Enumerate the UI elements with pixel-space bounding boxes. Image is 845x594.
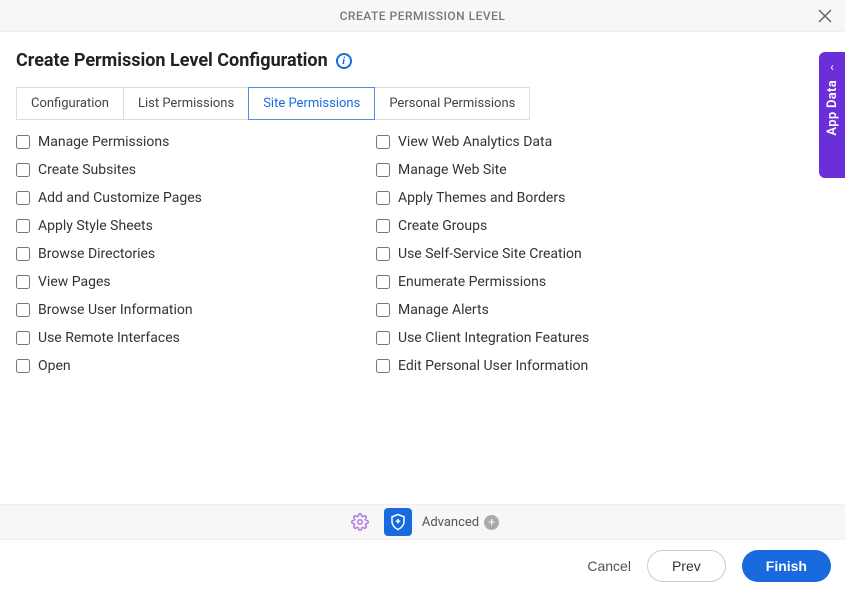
perm-browse-user-info[interactable]: Browse User Information: [16, 302, 336, 318]
perm-self-service-site-creation[interactable]: Use Self-Service Site Creation: [376, 246, 696, 262]
plus-icon: +: [484, 515, 499, 530]
perm-view-pages[interactable]: View Pages: [16, 274, 336, 290]
checkbox[interactable]: [376, 359, 390, 373]
tabs: Configuration List Permissions Site Perm…: [16, 87, 829, 120]
checkbox-label: Apply Style Sheets: [38, 218, 153, 234]
tab-site-permissions[interactable]: Site Permissions: [248, 87, 375, 120]
permissions-grid: Manage Permissions View Web Analytics Da…: [16, 134, 696, 374]
checkbox[interactable]: [376, 303, 390, 317]
gear-icon: [351, 513, 369, 531]
shield-button[interactable]: [384, 508, 412, 536]
perm-create-groups[interactable]: Create Groups: [376, 218, 696, 234]
checkbox-label: Use Remote Interfaces: [38, 330, 180, 346]
button-label: Cancel: [587, 558, 631, 574]
cancel-button[interactable]: Cancel: [587, 558, 631, 574]
checkbox-label: Add and Customize Pages: [38, 190, 202, 206]
settings-button[interactable]: [346, 508, 374, 536]
bottom-actions: Cancel Prev Finish: [587, 550, 831, 582]
checkbox[interactable]: [16, 219, 30, 233]
checkbox-label: Create Groups: [398, 218, 487, 234]
checkbox-label: View Web Analytics Data: [398, 134, 552, 150]
checkbox-label: Manage Alerts: [398, 302, 489, 318]
chevron-left-icon: ‹: [830, 60, 834, 74]
main-content: Create Permission Level Configuration i …: [0, 32, 845, 384]
perm-apply-style-sheets[interactable]: Apply Style Sheets: [16, 218, 336, 234]
close-button[interactable]: [815, 6, 835, 26]
perm-client-integration-features[interactable]: Use Client Integration Features: [376, 330, 696, 346]
page-title: Create Permission Level Configuration: [16, 50, 328, 71]
checkbox-label: Browse Directories: [38, 246, 155, 262]
checkbox-label: Browse User Information: [38, 302, 193, 318]
checkbox-label: Edit Personal User Information: [398, 358, 588, 374]
perm-view-web-analytics-data[interactable]: View Web Analytics Data: [376, 134, 696, 150]
checkbox[interactable]: [16, 331, 30, 345]
button-label: Finish: [766, 558, 807, 574]
checkbox[interactable]: [376, 331, 390, 345]
checkbox[interactable]: [16, 275, 30, 289]
perm-manage-web-site[interactable]: Manage Web Site: [376, 162, 696, 178]
prev-button[interactable]: Prev: [647, 550, 726, 582]
checkbox-label: Open: [38, 358, 71, 374]
checkbox[interactable]: [376, 135, 390, 149]
advanced-toggle[interactable]: Advanced +: [422, 515, 499, 530]
info-icon[interactable]: i: [336, 53, 352, 69]
tab-configuration[interactable]: Configuration: [16, 87, 124, 120]
finish-button[interactable]: Finish: [742, 550, 831, 582]
perm-open[interactable]: Open: [16, 358, 336, 374]
checkbox[interactable]: [16, 135, 30, 149]
checkbox[interactable]: [376, 275, 390, 289]
perm-use-remote-interfaces[interactable]: Use Remote Interfaces: [16, 330, 336, 346]
perm-edit-personal-user-info[interactable]: Edit Personal User Information: [376, 358, 696, 374]
tab-label: Personal Permissions: [389, 96, 515, 111]
checkbox[interactable]: [16, 359, 30, 373]
side-panel-toggle[interactable]: ‹ App Data: [819, 52, 845, 178]
perm-add-customize-pages[interactable]: Add and Customize Pages: [16, 190, 336, 206]
perm-browse-directories[interactable]: Browse Directories: [16, 246, 336, 262]
checkbox-label: View Pages: [38, 274, 111, 290]
button-label: Prev: [672, 558, 701, 574]
checkbox-label: Create Subsites: [38, 162, 136, 178]
tab-label: List Permissions: [138, 96, 234, 111]
checkbox-label: Apply Themes and Borders: [398, 190, 565, 206]
tab-personal-permissions[interactable]: Personal Permissions: [374, 87, 530, 120]
tab-label: Configuration: [31, 96, 109, 111]
checkbox-label: Use Client Integration Features: [398, 330, 589, 346]
checkbox-label: Manage Permissions: [38, 134, 169, 150]
checkbox[interactable]: [376, 247, 390, 261]
checkbox-label: Manage Web Site: [398, 162, 507, 178]
checkbox[interactable]: [16, 247, 30, 261]
advanced-label: Advanced: [422, 515, 479, 530]
titlebar: CREATE PERMISSION LEVEL: [0, 0, 845, 32]
footer-toolbar: Advanced +: [0, 504, 845, 540]
checkbox[interactable]: [16, 303, 30, 317]
titlebar-title: CREATE PERMISSION LEVEL: [340, 9, 506, 23]
checkbox[interactable]: [376, 163, 390, 177]
checkbox[interactable]: [376, 219, 390, 233]
checkbox[interactable]: [376, 191, 390, 205]
checkbox[interactable]: [16, 163, 30, 177]
checkbox-label: Enumerate Permissions: [398, 274, 546, 290]
perm-enumerate-permissions[interactable]: Enumerate Permissions: [376, 274, 696, 290]
side-panel-label: App Data: [825, 80, 840, 136]
page-title-row: Create Permission Level Configuration i: [16, 50, 829, 71]
tab-list-permissions[interactable]: List Permissions: [123, 87, 249, 120]
perm-manage-permissions[interactable]: Manage Permissions: [16, 134, 336, 150]
perm-manage-alerts[interactable]: Manage Alerts: [376, 302, 696, 318]
perm-apply-themes-borders[interactable]: Apply Themes and Borders: [376, 190, 696, 206]
perm-create-subsites[interactable]: Create Subsites: [16, 162, 336, 178]
tab-label: Site Permissions: [263, 96, 360, 111]
shield-icon: [389, 513, 407, 531]
checkbox[interactable]: [16, 191, 30, 205]
close-icon: [818, 9, 832, 23]
checkbox-label: Use Self-Service Site Creation: [398, 246, 582, 262]
